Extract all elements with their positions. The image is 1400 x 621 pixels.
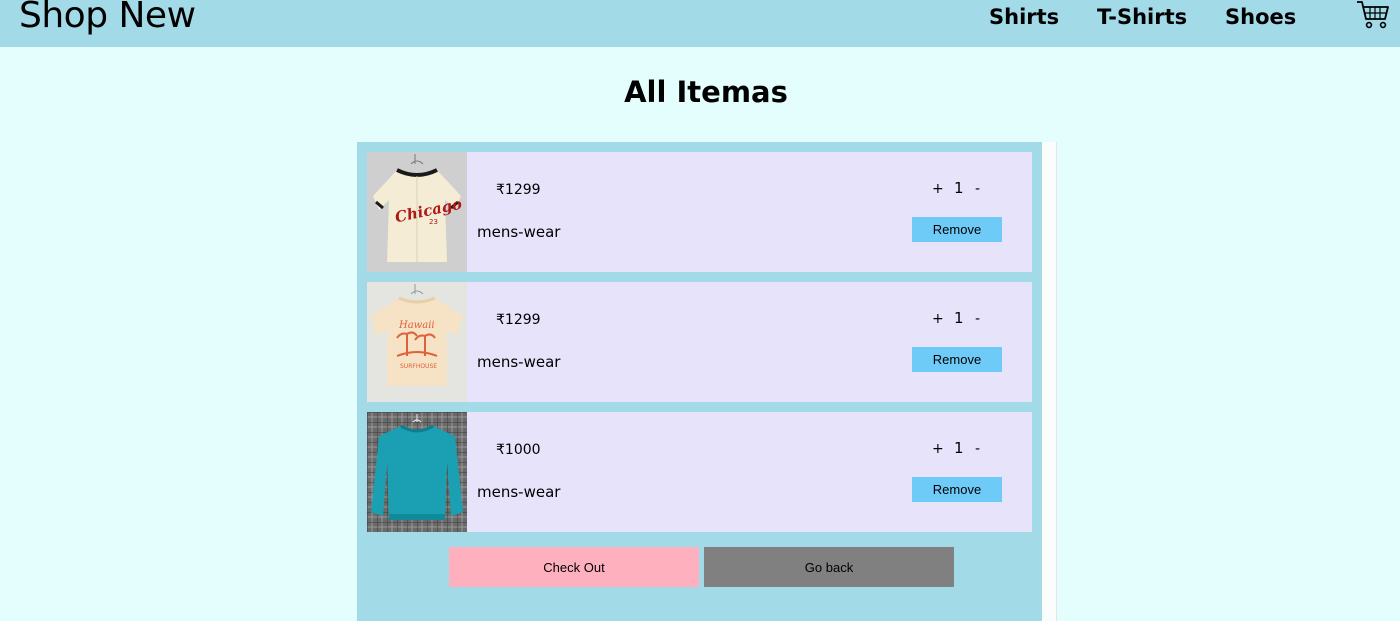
brand-logo[interactable]: Shop New	[19, 0, 196, 38]
product-image-jersey[interactable]: Chicago 23	[367, 152, 467, 272]
quantity-decrease-button[interactable]: -	[975, 440, 980, 458]
navbar: Shop New Shirts T-Shirts Shoes	[0, 0, 1400, 47]
checkout-button[interactable]: Check Out	[449, 547, 699, 587]
item-price: ₹1299	[496, 312, 541, 328]
cart-item: Hawaii SURFHOUSE ₹1299 mens-wear + 1 - R…	[367, 282, 1032, 402]
cart-item: Chicago 23 ₹1299 mens-wear + 1 - Remove	[367, 152, 1032, 272]
svg-text:SURFHOUSE: SURFHOUSE	[400, 363, 437, 370]
quantity-value: 1	[954, 179, 964, 197]
quantity-decrease-button[interactable]: -	[975, 180, 980, 198]
cart-panel: Chicago 23 ₹1299 mens-wear + 1 - Remove …	[357, 142, 1042, 621]
item-price: ₹1299	[496, 182, 541, 198]
page-title: All Itemas	[624, 75, 788, 109]
remove-button[interactable]: Remove	[912, 347, 1002, 372]
quantity-value: 1	[954, 439, 964, 457]
nav-link-tshirts[interactable]: T-Shirts	[1097, 5, 1187, 29]
cart-item: ₹1000 mens-wear + 1 - Remove	[367, 412, 1032, 532]
shopping-cart-icon[interactable]	[1356, 0, 1390, 30]
item-category: mens-wear	[477, 483, 561, 501]
remove-button[interactable]: Remove	[912, 217, 1002, 242]
svg-text:Hawaii: Hawaii	[398, 320, 435, 331]
nav-link-shoes[interactable]: Shoes	[1225, 5, 1296, 29]
quantity-increase-button[interactable]: +	[932, 440, 944, 458]
quantity-increase-button[interactable]: +	[932, 180, 944, 198]
quantity-decrease-button[interactable]: -	[975, 310, 980, 328]
item-price: ₹1000	[496, 442, 541, 458]
product-image-tshirt[interactable]: Hawaii SURFHOUSE	[367, 282, 467, 402]
product-image-sweatshirt[interactable]	[367, 412, 467, 532]
go-back-button[interactable]: Go back	[704, 547, 954, 587]
scrollbar-track[interactable]	[1042, 142, 1057, 621]
item-category: mens-wear	[477, 223, 561, 241]
nav-link-shirts[interactable]: Shirts	[989, 5, 1059, 29]
quantity-increase-button[interactable]: +	[932, 310, 944, 328]
quantity-value: 1	[954, 309, 964, 327]
remove-button[interactable]: Remove	[912, 477, 1002, 502]
svg-text:23: 23	[429, 218, 438, 226]
item-category: mens-wear	[477, 353, 561, 371]
